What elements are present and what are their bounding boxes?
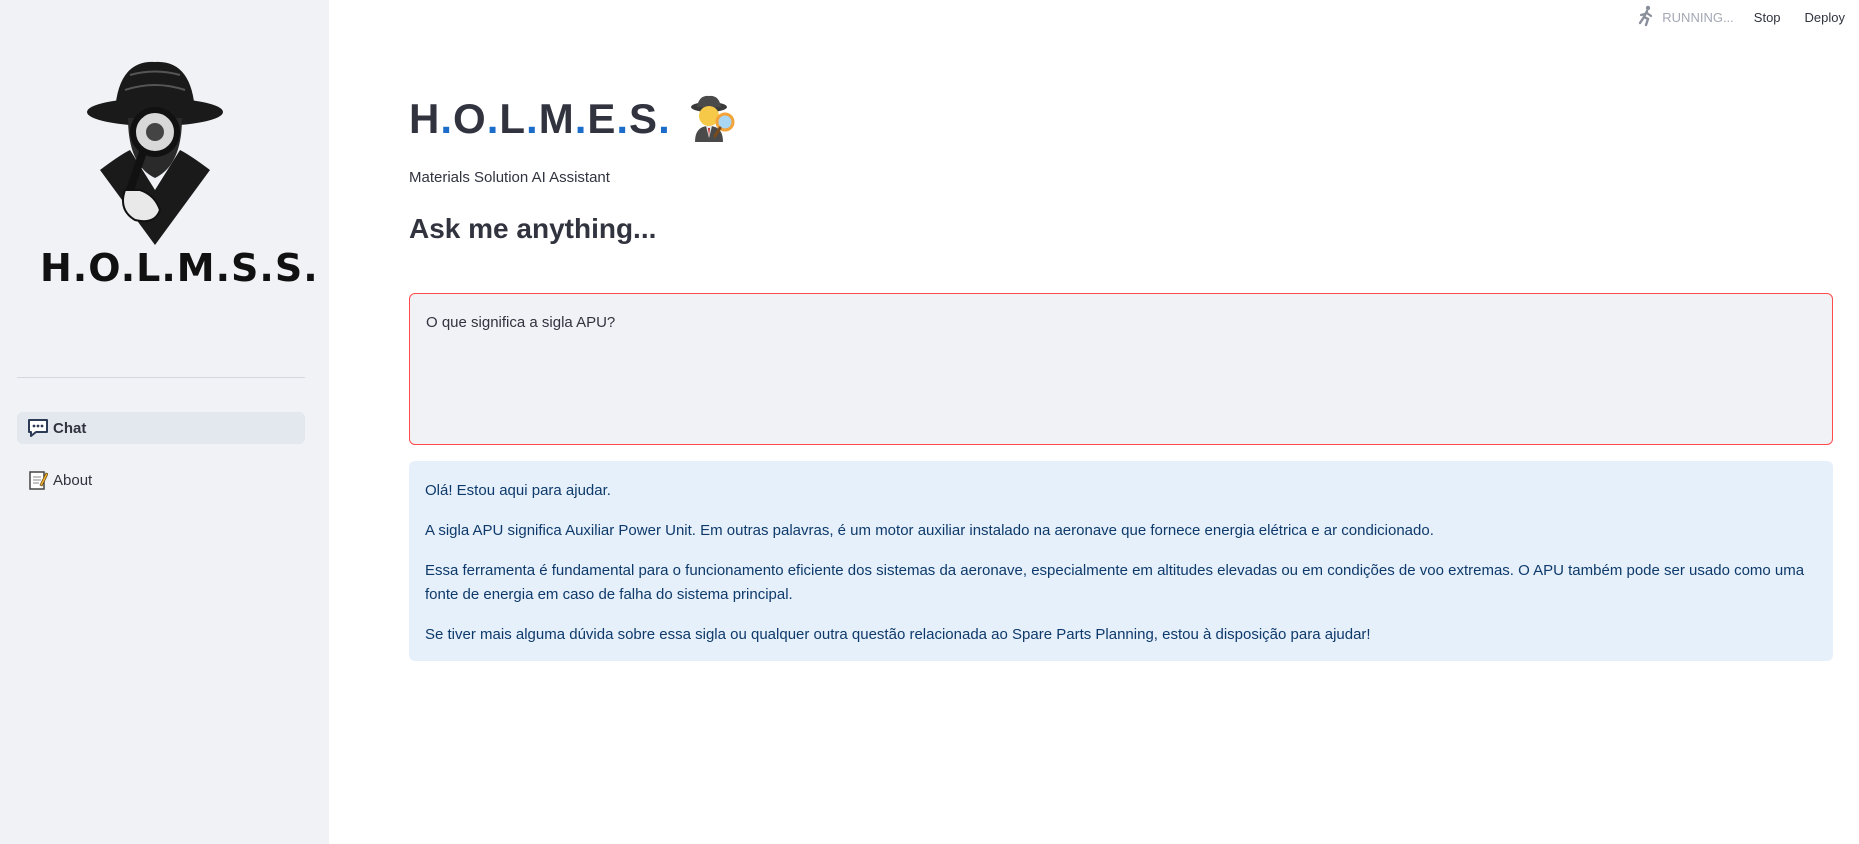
title-dot: .: [574, 95, 588, 142]
section-heading: Ask me anything...: [409, 213, 657, 244]
chat-bubble-icon: [27, 417, 49, 439]
sidebar-item-label: About: [53, 471, 93, 489]
page-title: H.O.L.M.E.S.: [409, 94, 737, 144]
response-paragraph: A sigla APU significa Auxiliar Power Uni…: [425, 522, 1434, 539]
logo-wordmark: H.O.L.M.S.S.: [40, 246, 319, 290]
deploy-button[interactable]: Deploy: [1805, 10, 1845, 25]
detective-logo-icon: [87, 61, 223, 245]
running-status: RUNNING...: [1636, 5, 1734, 30]
title-letter: L: [499, 95, 527, 142]
title-dot: .: [616, 95, 630, 142]
title-letter: H: [409, 95, 441, 142]
assistant-response: Olá! Estou aqui para ajudar. A sigla APU…: [409, 461, 1833, 661]
holmes-logo: H.O.L.M.S.S.: [30, 50, 319, 320]
title-letter: E: [587, 95, 617, 142]
memo-icon: [27, 469, 49, 491]
response-paragraph: Olá! Estou aqui para ajudar.: [425, 482, 611, 499]
title-dot: .: [486, 95, 500, 142]
title-dot: .: [658, 95, 671, 142]
sidebar-divider: [17, 377, 305, 378]
sidebar-item-label: Chat: [53, 419, 87, 437]
detective-icon: [689, 94, 737, 144]
title-dot: .: [526, 95, 539, 142]
top-toolbar: RUNNING... Stop Deploy: [1636, 0, 1859, 34]
title-letter: M: [538, 95, 575, 142]
page-subtitle: Materials Solution AI Assistant: [409, 169, 610, 186]
response-paragraph: Se tiver mais alguma dúvida sobre essa s…: [425, 626, 1371, 643]
stop-button[interactable]: Stop: [1754, 10, 1781, 25]
running-man-icon: [1636, 5, 1656, 30]
running-status-label: RUNNING...: [1662, 9, 1734, 25]
sidebar: H.O.L.M.S.S. Chat About: [0, 0, 329, 844]
title-dot: .: [440, 95, 454, 142]
response-paragraph: Essa ferramenta é fundamental para o fun…: [425, 562, 1805, 603]
sidebar-item-chat[interactable]: Chat: [17, 412, 305, 444]
title-letter: S: [629, 95, 659, 142]
sidebar-item-about[interactable]: About: [17, 464, 305, 496]
title-letter: O: [453, 95, 487, 142]
question-input[interactable]: O que significa a sigla APU?: [409, 293, 1833, 445]
